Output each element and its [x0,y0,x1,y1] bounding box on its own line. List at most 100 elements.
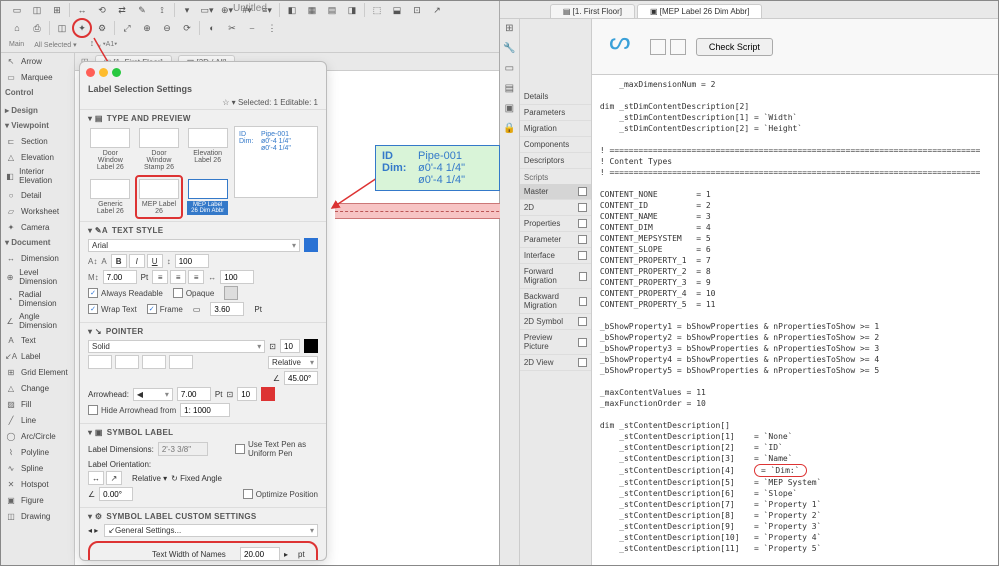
grid-icon[interactable]: ⊞ [502,23,516,37]
align-right[interactable]: ≡ [188,270,204,284]
tool-arrow[interactable]: ↖Arrow [1,53,74,69]
orient-btn[interactable]: ↗ [106,471,122,485]
label-type-card[interactable]: Generic Label 26 [88,177,133,217]
tool-icon[interactable]: ⊡ [409,2,425,18]
script-tab[interactable]: ▤ [1. First Floor] [550,4,635,18]
minimize-icon[interactable] [99,68,108,77]
pointer-style[interactable] [115,355,139,369]
tool-icon[interactable]: ▦ [304,2,320,18]
align-left[interactable]: ≡ [152,270,168,284]
color-swatch[interactable] [224,286,238,300]
orient-btn[interactable]: ↔ [88,471,104,485]
nav-2d[interactable]: 2D [520,200,591,216]
tool-fill[interactable]: ▨Fill [1,396,74,412]
close-icon[interactable] [86,68,95,77]
italic-button[interactable]: I [129,254,145,268]
label-type-card[interactable]: Door Window Stamp 26 [137,126,182,173]
nav-preview-pic[interactable]: Preview Picture [520,330,591,355]
tool-icon[interactable]: ▭▾ [199,2,215,18]
tool-radial-dim[interactable]: ◔Radial Dimension [1,288,74,310]
tool-icon[interactable]: ▾ [179,2,195,18]
tool-detail[interactable]: ○Detail [1,187,74,203]
arrow-size-input[interactable] [177,387,211,401]
rel-angle-input[interactable] [99,487,133,501]
tool-icon[interactable]: ⤢ [119,20,135,36]
check-script-button[interactable]: Check Script [696,38,773,56]
tool-hotspot[interactable]: ✕Hotspot [1,476,74,492]
nav-master[interactable]: Master [520,184,591,200]
tool-icon[interactable]: ⎙ [29,20,45,36]
tool-line[interactable]: ╱Line [1,412,74,428]
tool-icon[interactable]: ◐ [204,20,220,36]
nav-interface[interactable]: Interface [520,248,591,264]
tool-icon[interactable]: ⟟ [154,2,170,18]
tool-dimension[interactable]: ↔Dimension [1,250,74,266]
page-icon[interactable]: ▭ [502,63,516,77]
tool-elevation[interactable]: △Elevation [1,149,74,165]
tool-icon[interactable]: ◨ [344,2,360,18]
tool-icon[interactable]: ◫ [54,20,70,36]
pointer-style[interactable] [88,355,112,369]
tool-marquee[interactable]: ▭Marquee [1,69,74,85]
hide-arrow-check[interactable] [88,405,98,415]
font-select[interactable]: Arial [88,239,300,252]
tool-level-dim[interactable]: ⊕Level Dimension [1,266,74,288]
tool-icon[interactable] [670,39,686,55]
nav-bwd-migration[interactable]: Backward Migration [520,289,591,314]
tool-icon[interactable]: ↗ [429,2,445,18]
nav-properties[interactable]: Properties [520,216,591,232]
align-center[interactable]: ≡ [170,270,186,284]
pen-input[interactable] [237,387,257,401]
color-swatch[interactable] [304,339,318,353]
tool-camera[interactable]: ✦Camera [1,219,74,235]
hide-scale-input[interactable] [180,403,230,417]
optimize-check[interactable] [243,489,253,499]
tool-icon[interactable]: ▤ [324,2,340,18]
tool-icon[interactable]: ⇄ [114,2,130,18]
tool-arc[interactable]: ◯Arc/Circle [1,428,74,444]
tool-icon[interactable] [650,39,666,55]
tool-icon[interactable]: ✂ [224,20,240,36]
tool-icon[interactable]: ◫ [29,2,45,18]
tool-icon[interactable]: ⟳ [179,20,195,36]
folder-icon[interactable]: ▣ [502,103,516,117]
tool-text[interactable]: AText [1,332,74,348]
wrap-text-check[interactable] [88,304,98,314]
tool-interior-elevation[interactable]: ◧Interior Elevation [1,165,74,187]
nav-parameter[interactable]: Parameter [520,232,591,248]
color-swatch[interactable] [304,238,318,252]
nav-parameters[interactable]: Parameters [520,105,591,121]
tool-label[interactable]: ↙ALabel [1,348,74,364]
tool-icon[interactable]: ⊞ [49,2,65,18]
wrench-icon[interactable]: 🔧 [502,43,516,57]
lock-icon[interactable]: 🔒 [502,123,516,137]
tool-icon[interactable]: ✦ [74,20,90,36]
uniform-pen-check[interactable] [235,444,245,454]
nav-migration[interactable]: Migration [520,121,591,137]
tool-figure[interactable]: ▣Figure [1,492,74,508]
tool-icon[interactable]: ⋮ [264,20,280,36]
tool-icon[interactable]: ⊕ [139,20,155,36]
opaque-check[interactable] [173,288,183,298]
tool-icon[interactable]: ↔ [74,2,90,18]
tool-icon[interactable]: ⬚ [369,2,385,18]
tool-worksheet[interactable]: ▱Worksheet [1,203,74,219]
tool-section[interactable]: ⊏Section [1,133,74,149]
tool-icon[interactable]: ⎯ [244,20,260,36]
tool-icon[interactable]: ◧ [284,2,300,18]
label-type-card-selected[interactable]: MEP Label 26 Dim Abbr [185,177,230,217]
arrowhead-select[interactable]: ◀ [133,388,173,401]
frame-check[interactable] [147,304,157,314]
pointer-style[interactable] [142,355,166,369]
underline-button[interactable]: U [147,254,163,268]
nav-components[interactable]: Components [520,137,591,153]
chart-icon[interactable]: ▤ [502,83,516,97]
mep-label-preview[interactable]: IDPipe-001 Dim:ø0'-4 1/4" ø0'-4 1/4" [375,145,500,191]
label-type-card[interactable]: Door Window Label 26 [88,126,133,173]
nav-details[interactable]: Details [520,89,591,105]
script-code[interactable]: _maxDimensionNum = 2 dim _stDimContentDe… [592,75,998,565]
leading-input[interactable] [175,254,209,268]
nav-descriptors[interactable]: Descriptors [520,153,591,169]
frame-offset-input[interactable] [210,302,244,316]
label-type-card[interactable]: MEP Label 26 [137,177,182,217]
